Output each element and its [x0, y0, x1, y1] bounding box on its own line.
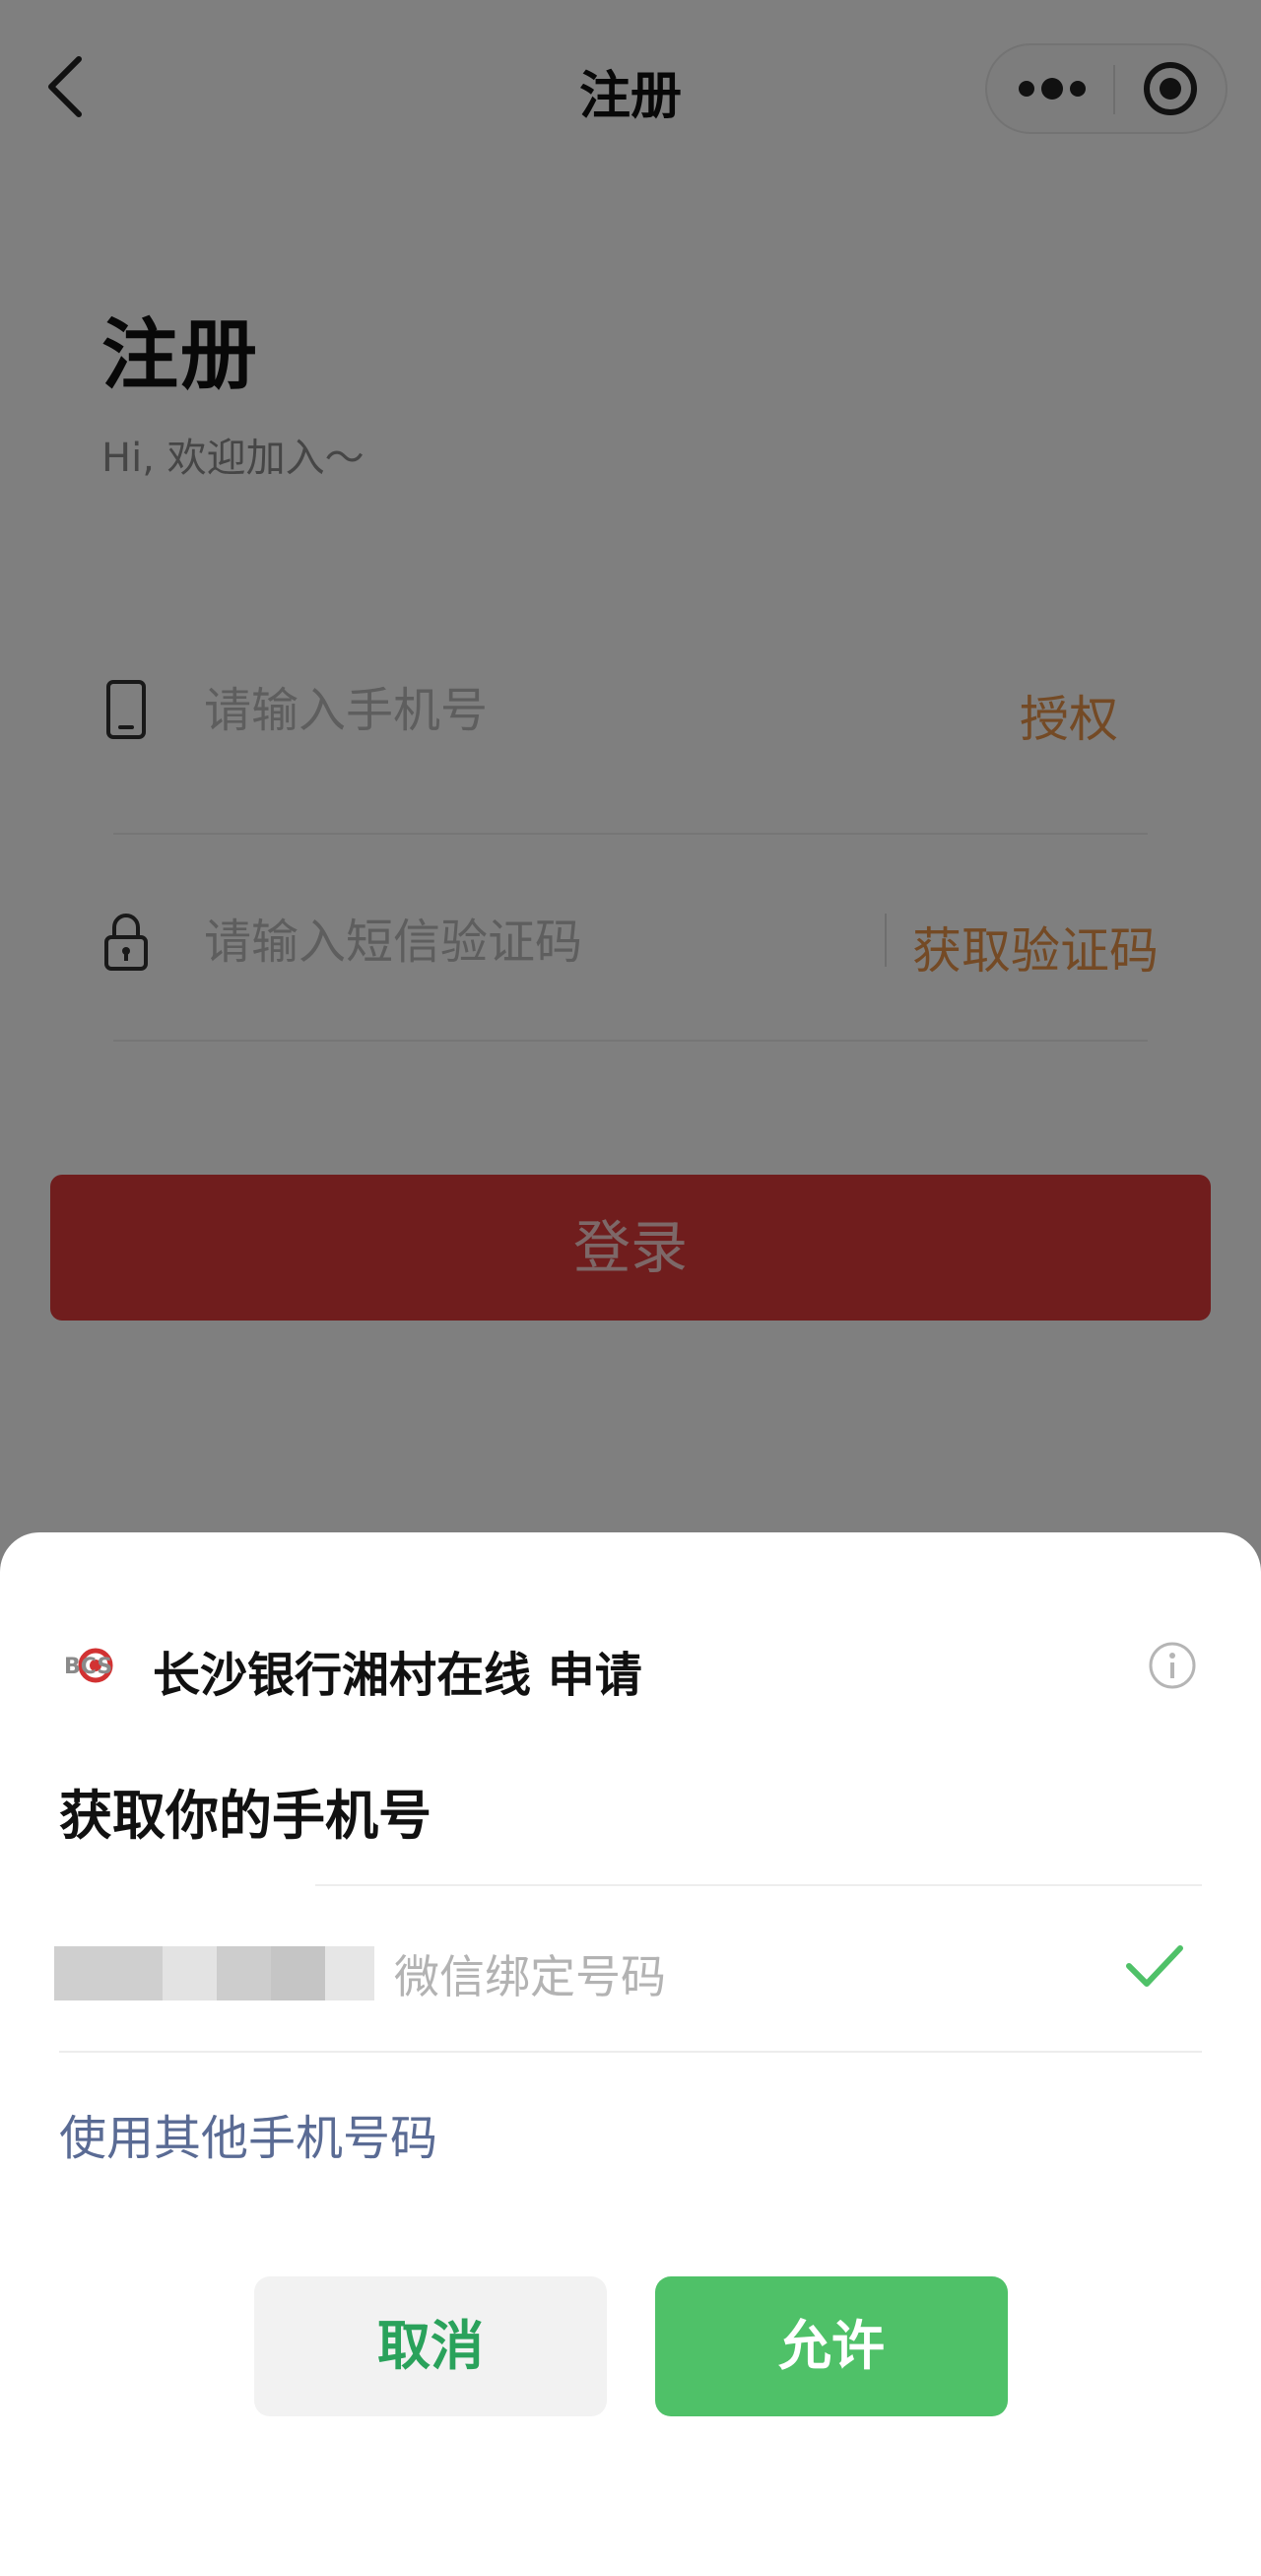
allow-button[interactable]: 允许 — [655, 2276, 1008, 2416]
sheet-divider-bottom — [59, 2051, 1202, 2053]
masked-phone-number — [54, 1946, 374, 2000]
sheet-divider-top — [315, 1884, 1202, 1886]
use-other-phone-link[interactable]: 使用其他手机号码 — [59, 2099, 437, 2168]
phone-option-label: 微信绑定号码 — [394, 1950, 666, 2003]
app-name: 长沙银行湘村在线 申请 — [153, 1648, 642, 1703]
phone-permission-sheet: BCS 长沙银行湘村在线 申请 获取你的手机号 微信绑定号码 使用其他手机号码 … — [0, 1532, 1261, 2576]
sheet-title: 获取你的手机号 — [59, 1785, 431, 1847]
cancel-button[interactable]: 取消 — [254, 2276, 607, 2416]
app-logo: BCS — [59, 1636, 132, 1695]
app-logo-text: BCS — [64, 1655, 112, 1679]
info-icon[interactable] — [1148, 1641, 1197, 1690]
register-page: 注册 注册 Hi, 欢迎加入～ — [0, 0, 1261, 2576]
wechat-phone-option[interactable]: 微信绑定号码 — [0, 1887, 1261, 2049]
check-icon — [1123, 1938, 1186, 1994]
